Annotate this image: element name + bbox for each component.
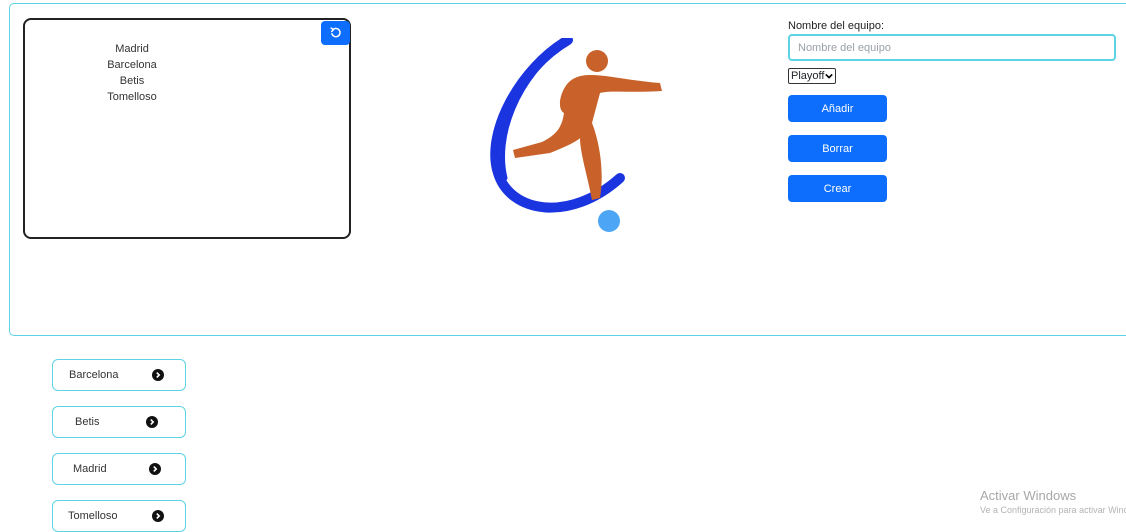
refresh-button[interactable] <box>321 21 350 45</box>
add-button[interactable]: Añadir <box>788 95 887 122</box>
refresh-icon <box>329 27 341 38</box>
mode-select[interactable]: Playoff <box>788 68 837 84</box>
team-card[interactable]: Betis <box>52 406 186 438</box>
team-card-name: Tomelloso <box>68 510 118 522</box>
team-list: Madrid Barcelona Betis Tomelloso <box>77 41 187 105</box>
team-name-label: Nombre del equipo: <box>788 20 885 32</box>
create-button[interactable]: Crear <box>788 175 887 202</box>
team-card-name: Barcelona <box>69 369 119 381</box>
arrow-right-circle-icon[interactable] <box>152 369 164 381</box>
team-list-item: Barcelona <box>107 59 157 71</box>
football-player-logo <box>490 38 662 232</box>
team-name-input[interactable] <box>788 34 1116 61</box>
arrow-right-circle-icon[interactable] <box>149 463 161 475</box>
team-card-name: Betis <box>75 416 100 428</box>
arrow-right-circle-icon[interactable] <box>146 416 158 428</box>
activation-watermark-subtitle: Ve a Configuración para activar Windows. <box>980 505 1126 515</box>
mode-select-value: Playoff <box>791 70 825 82</box>
activation-watermark-title: Activar Windows <box>980 488 1077 503</box>
team-list-item: Tomelloso <box>107 91 157 103</box>
chevron-down-icon <box>825 73 834 79</box>
delete-button[interactable]: Borrar <box>788 135 887 162</box>
team-list-item: Betis <box>119 75 145 87</box>
team-card[interactable]: Madrid <box>52 453 186 485</box>
team-card-name: Madrid <box>73 463 107 475</box>
team-card[interactable]: Tomelloso <box>52 500 186 532</box>
team-list-box: Madrid Barcelona Betis Tomelloso <box>23 18 351 239</box>
team-card[interactable]: Barcelona <box>52 359 186 391</box>
arrow-right-circle-icon[interactable] <box>152 510 164 522</box>
team-list-item: Madrid <box>115 43 149 55</box>
